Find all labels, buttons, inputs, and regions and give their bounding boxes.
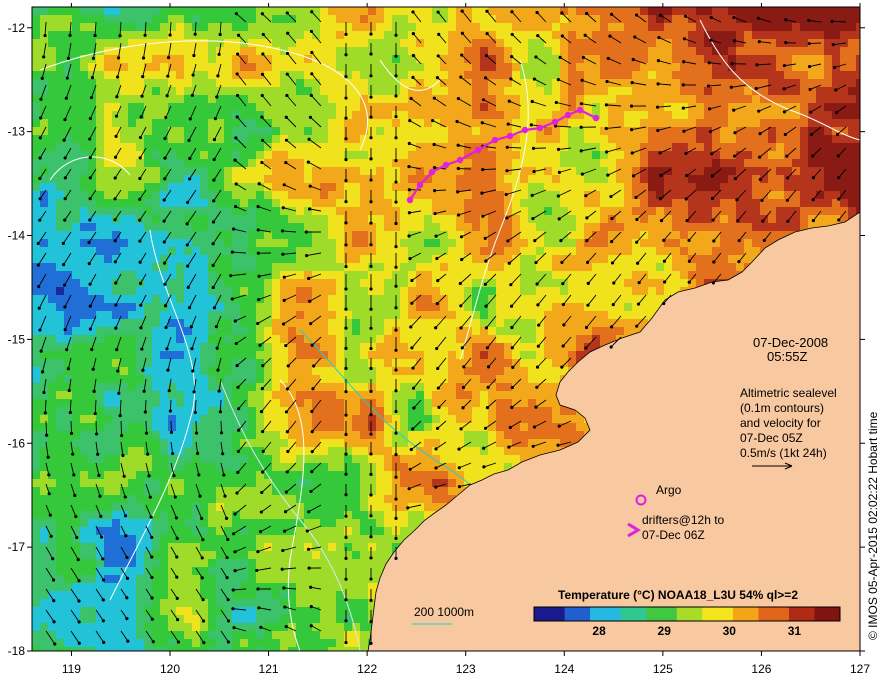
lon-tick-label: 125 (653, 662, 673, 676)
map-date: 07-Dec-2008 (753, 335, 828, 350)
altimetry-note-4: 07-Dec 05Z (740, 431, 803, 445)
colorbar-tick-label: 30 (723, 624, 737, 638)
lat-tick-label: -17 (8, 540, 26, 554)
lat-tick-label: -16 (8, 436, 26, 450)
lat-tick-label: -12 (8, 21, 26, 35)
lon-tick-label: 126 (751, 662, 771, 676)
lat-tick-label: -13 (8, 125, 26, 139)
lat-tick-label: -14 (8, 229, 26, 243)
altimetry-note-1: Altimetric sealevel (740, 386, 837, 400)
colorbar (533, 606, 841, 622)
lon-tick-label: 121 (259, 662, 279, 676)
lon-tick-label: 119 (62, 662, 81, 676)
colorbar-tick-label: 31 (788, 624, 802, 638)
argo-label: Argo (656, 483, 682, 497)
sst-map: 119 120 121 122 123 124 125 126 127 -12 -13 -14 -15 -… (8, 3, 880, 676)
lat-tick-label: -18 (8, 644, 26, 658)
velocity-scale-label: 0.5m/s (1kt 24h) (740, 446, 827, 460)
altimetry-note-3: and velocity for (740, 416, 821, 430)
map-time: 05:55Z (767, 349, 808, 364)
depth-contour-label: 200 1000m (414, 605, 474, 619)
lon-tick-label: 120 (160, 662, 180, 676)
credit-text: © IMOS 05-Apr-2015 02:02:22 Hobart time (866, 411, 880, 640)
lon-tick-label: 127 (850, 662, 870, 676)
colorbar-tick-label: 28 (592, 624, 606, 638)
lon-tick-label: 122 (357, 662, 377, 676)
lat-tick-label: -15 (8, 332, 26, 346)
lon-tick-label: 123 (456, 662, 476, 676)
colorbar-tick-label: 29 (658, 624, 672, 638)
drifters-label-1: drifters@12h to (642, 513, 725, 527)
altimetry-note-2: (0.1m contours) (740, 401, 824, 415)
drifters-label-2: 07-Dec 06Z (642, 528, 705, 542)
colorbar-title: Temperature (°C) NOAA18_L3U 54% ql>=2 (558, 588, 798, 602)
lon-tick-label: 124 (554, 662, 574, 676)
